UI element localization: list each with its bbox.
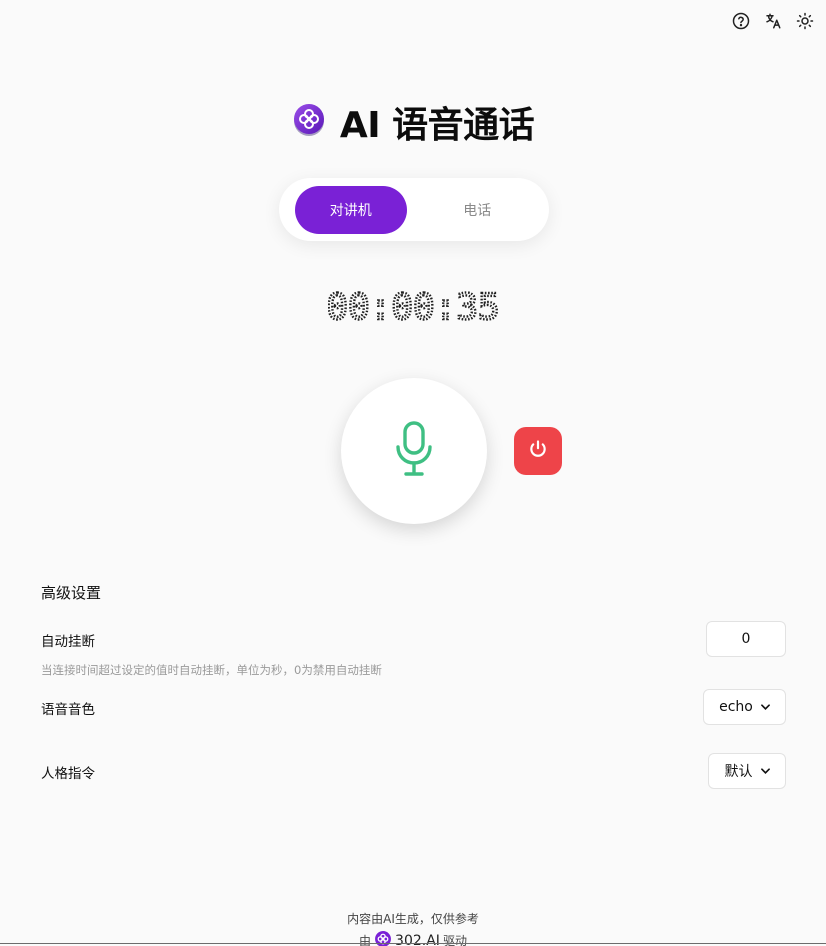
tab-phone[interactable]: 电话 — [422, 186, 534, 234]
footer: 内容由AI生成，仅供参考 由 302.AI 驱动 — [0, 910, 826, 946]
call-timer: 00:00:35 — [0, 286, 826, 332]
auto-hangup-row: 自动挂断 当连接时间超过设定的值时自动挂断，单位为秒，0为禁用自动挂断 0 — [41, 621, 786, 678]
chevron-down-icon — [760, 766, 770, 777]
power-icon — [528, 439, 548, 463]
translate-icon[interactable] — [762, 10, 784, 32]
voice-row: 语音音色 echo — [41, 689, 786, 725]
auto-hangup-input[interactable]: 0 — [706, 621, 786, 657]
timer-text: 00:00:35 — [328, 287, 498, 328]
app-header: AI 语音通话 — [0, 96, 826, 148]
mode-tab-switch: 对讲机 电话 — [279, 178, 549, 241]
auto-hangup-label: 自动挂断 — [41, 634, 95, 650]
microphone-button[interactable] — [341, 378, 487, 524]
bottom-divider — [0, 943, 826, 944]
help-icon[interactable] — [730, 10, 752, 32]
voice-label: 语音音色 — [41, 702, 95, 718]
microphone-icon — [396, 421, 432, 481]
footer-disclaimer: 内容由AI生成，仅供参考 — [347, 912, 479, 926]
top-toolbar — [730, 10, 816, 32]
persona-row: 人格指令 默认 — [41, 753, 786, 789]
flower-logo-icon — [292, 103, 326, 141]
page-title: AI 语音通话 — [339, 105, 535, 146]
voice-select[interactable]: echo — [703, 689, 786, 725]
settings-heading: 高级设置 — [41, 584, 102, 602]
auto-hangup-hint: 当连接时间超过设定的值时自动挂断，单位为秒，0为禁用自动挂断 — [41, 663, 382, 677]
chevron-down-icon — [760, 702, 770, 713]
persona-select-value: 默认 — [724, 764, 753, 780]
hangup-button[interactable] — [514, 427, 562, 475]
persona-label: 人格指令 — [41, 766, 95, 782]
tab-walkie-talkie[interactable]: 对讲机 — [295, 185, 407, 234]
persona-select[interactable]: 默认 — [708, 753, 786, 789]
advanced-settings: 高级设置 自动挂断 当连接时间超过设定的值时自动挂断，单位为秒，0为禁用自动挂断… — [41, 582, 786, 789]
theme-sun-icon[interactable] — [794, 10, 816, 32]
voice-select-value: echo — [719, 699, 753, 715]
